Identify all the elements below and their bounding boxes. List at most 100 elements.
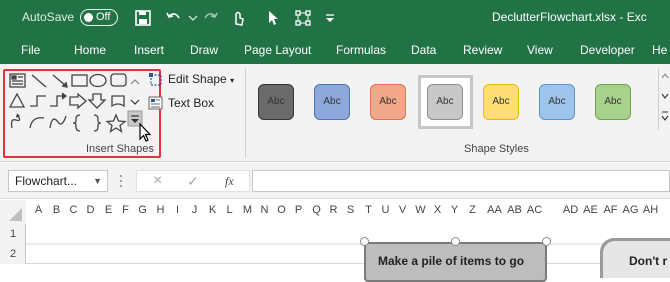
column-header[interactable]: K (204, 204, 221, 216)
freeform-shape-icon[interactable] (10, 113, 21, 129)
column-header[interactable]: AF (602, 204, 619, 216)
column-header[interactable]: W (412, 204, 429, 216)
column-header[interactable]: AA (486, 204, 503, 216)
ribbon-tabs: File Home Insert Draw Page Layout Formul… (0, 36, 670, 64)
resize-handle[interactable] (451, 237, 460, 246)
shape-style-6[interactable]: Abc (539, 84, 575, 120)
select-objects-icon[interactable] (264, 8, 284, 28)
elbow-arrow-connector-shape-icon[interactable] (50, 92, 68, 107)
column-header[interactable]: U (377, 204, 394, 216)
star-shape-icon[interactable] (105, 113, 127, 133)
column-header[interactable]: M (239, 204, 256, 216)
cancel-icon[interactable]: × (153, 172, 162, 190)
column-header[interactable]: H (152, 204, 169, 216)
styles-gallery-scroll[interactable] (658, 68, 670, 130)
column-header[interactable]: N (256, 204, 273, 216)
tab-home[interactable]: Home (74, 43, 106, 57)
selection-pane-icon[interactable] (293, 8, 313, 28)
row-header[interactable]: 2 (0, 248, 26, 260)
column-header[interactable]: AC (526, 204, 543, 216)
column-header[interactable]: S (342, 204, 359, 216)
column-header[interactable]: F (117, 204, 134, 216)
text-box-shape-icon[interactable] (9, 73, 26, 88)
name-box[interactable]: Flowchart... ▼ (8, 170, 108, 192)
rounded-rectangle-shape-icon[interactable] (110, 73, 127, 87)
column-header[interactable]: AE (582, 204, 599, 216)
column-header[interactable]: T (360, 204, 377, 216)
undo-icon[interactable] (164, 8, 184, 28)
column-header[interactable]: Q (308, 204, 325, 216)
column-header[interactable]: Y (446, 204, 463, 216)
autosave-toggle[interactable]: Off (80, 9, 118, 26)
formula-bar-grip-icon[interactable] (118, 172, 124, 190)
styles-scroll-icons (661, 73, 669, 121)
insert-function-icon[interactable]: fx (225, 174, 234, 189)
column-header[interactable]: B (48, 204, 65, 216)
column-header[interactable]: AB (506, 204, 523, 216)
column-header[interactable]: P (290, 204, 307, 216)
scroll-up-icon[interactable] (130, 79, 140, 85)
column-header[interactable]: D (82, 204, 99, 216)
insert-shapes-label: Insert Shapes (86, 143, 154, 155)
column-header[interactable]: X (429, 204, 446, 216)
tab-data[interactable]: Data (411, 43, 436, 57)
shape-style-3[interactable]: Abc (370, 84, 406, 120)
column-header[interactable]: AG (622, 204, 639, 216)
shape-style-2[interactable]: Abc (314, 84, 350, 120)
rectangle-shape-icon[interactable] (71, 74, 88, 87)
style-label: Abc (492, 96, 510, 107)
tab-file[interactable]: File (21, 43, 40, 57)
elbow-connector-shape-icon[interactable] (30, 95, 46, 107)
formula-input[interactable] (252, 170, 670, 192)
tab-insert[interactable]: Insert (134, 43, 164, 57)
cell-grid[interactable] (26, 224, 670, 264)
scribble-shape-icon[interactable] (49, 115, 67, 129)
column-header[interactable]: Z (464, 204, 481, 216)
tab-formulas[interactable]: Formulas (336, 43, 386, 57)
block-arrow-down-shape-icon[interactable] (87, 93, 107, 109)
edit-shape-button[interactable]: Edit Shape ▾ (168, 72, 234, 86)
curve-shape-icon[interactable] (29, 117, 45, 129)
tab-draw[interactable]: Draw (190, 43, 218, 57)
resize-handle[interactable] (542, 237, 551, 246)
column-header[interactable]: E (100, 204, 117, 216)
tab-view[interactable]: View (527, 43, 553, 57)
shape-style-1[interactable]: Abc (258, 84, 294, 120)
column-header[interactable]: O (273, 204, 290, 216)
tab-developer[interactable]: Developer (580, 43, 635, 57)
resize-handle[interactable] (360, 237, 369, 246)
line-shape-icon[interactable] (31, 74, 47, 88)
curved-shape-icon[interactable] (111, 95, 125, 108)
tab-help[interactable]: He (652, 43, 667, 57)
triangle-shape-icon[interactable] (8, 92, 26, 108)
oval-shape-icon[interactable] (89, 73, 107, 88)
arrow-line-shape-icon[interactable] (52, 74, 68, 88)
column-header[interactable]: A (30, 204, 47, 216)
save-icon[interactable] (133, 8, 153, 28)
column-header[interactable]: I (169, 204, 186, 216)
column-header[interactable]: C (65, 204, 82, 216)
right-brace-shape-icon[interactable] (93, 114, 102, 132)
tab-page-layout[interactable]: Page Layout (244, 43, 311, 57)
customize-qat-icon[interactable] (320, 8, 340, 28)
column-header[interactable]: AD (562, 204, 579, 216)
block-arrow-right-shape-icon[interactable] (69, 92, 87, 110)
column-header[interactable]: R (325, 204, 342, 216)
column-header[interactable]: L (221, 204, 238, 216)
left-brace-shape-icon[interactable] (72, 114, 81, 132)
select-all-icon[interactable] (0, 200, 26, 224)
shape-style-7[interactable]: Abc (595, 84, 631, 120)
column-header[interactable]: V (394, 204, 411, 216)
enter-icon[interactable]: ✓ (187, 173, 199, 190)
scroll-down-icon[interactable] (130, 99, 140, 105)
redo-icon[interactable] (200, 8, 220, 28)
row-header[interactable]: 1 (0, 228, 26, 240)
shape-style-4[interactable]: Abc (427, 84, 463, 120)
text-box-button[interactable]: Text Box (168, 96, 214, 110)
tab-review[interactable]: Review (463, 43, 502, 57)
column-header[interactable]: G (134, 204, 151, 216)
shape-style-5[interactable]: Abc (483, 84, 519, 120)
touch-mode-icon[interactable] (228, 8, 248, 28)
column-header[interactable]: J (186, 204, 203, 216)
column-header[interactable]: AH (642, 204, 659, 216)
